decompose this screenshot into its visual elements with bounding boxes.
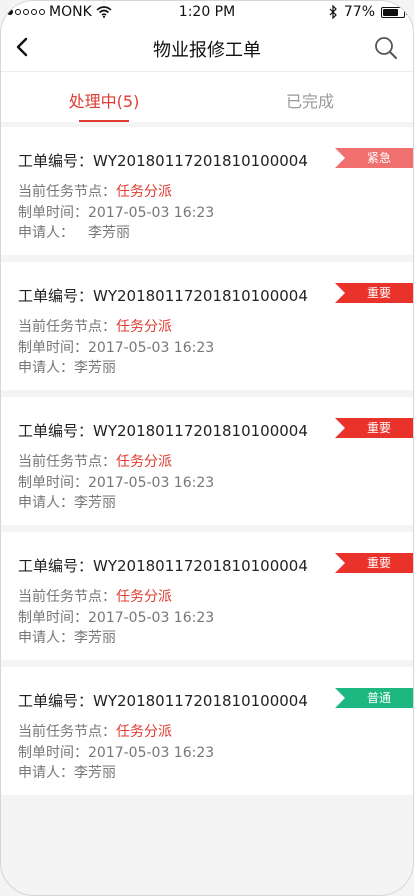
status-right: 77% bbox=[329, 4, 408, 20]
created-time: 制单时间：2017-05-03 16:23 bbox=[18, 205, 215, 221]
priority-badge: 重要 bbox=[335, 418, 413, 438]
order-number: 工单编号：WY20180117201810100004 bbox=[18, 152, 308, 170]
created-time: 制单时间：2017-05-03 16:23 bbox=[18, 340, 215, 356]
tab-label: 已完成 bbox=[285, 92, 334, 111]
phone-frame: MONK 1:20 PM 77% 物业报修工单 处理中(5) 已完成 工单编号：… bbox=[0, 0, 414, 896]
work-order-list: 工单编号：WY20180117201810100004 紧急 当前任务节点：任务… bbox=[1, 127, 413, 802]
created-time: 制单时间：2017-05-03 16:23 bbox=[18, 475, 215, 491]
priority-badge: 重要 bbox=[335, 283, 413, 303]
status-bar: MONK 1:20 PM 77% bbox=[1, 1, 413, 25]
created-time: 制单时间：2017-05-03 16:23 bbox=[18, 745, 215, 761]
task-node: 当前任务节点：任务分派 bbox=[18, 589, 172, 605]
task-node: 当前任务节点：任务分派 bbox=[18, 319, 172, 335]
applicant: 申请人：李芳丽 bbox=[18, 765, 116, 781]
applicant: 申请人：李芳丽 bbox=[18, 630, 116, 646]
navigation-bar: 物业报修工单 bbox=[1, 25, 413, 72]
task-node: 当前任务节点：任务分派 bbox=[18, 454, 172, 470]
order-number: 工单编号：WY20180117201810100004 bbox=[18, 692, 308, 710]
applicant: 申请人：李芳丽 bbox=[18, 495, 116, 511]
task-node: 当前任务节点：任务分派 bbox=[18, 724, 172, 740]
applicant: 申请人：李芳丽 bbox=[18, 225, 130, 241]
tab-completed[interactable]: 已完成 bbox=[207, 72, 413, 122]
priority-badge: 普通 bbox=[335, 688, 413, 708]
tab-active-indicator bbox=[79, 120, 129, 122]
order-number: 工单编号：WY20180117201810100004 bbox=[18, 557, 308, 575]
work-order-card[interactable]: 工单编号：WY20180117201810100004 普通 当前任务节点：任务… bbox=[1, 667, 413, 795]
tab-processing[interactable]: 处理中(5) bbox=[1, 72, 207, 122]
battery-percent: 77% bbox=[343, 4, 375, 20]
order-number: 工单编号：WY20180117201810100004 bbox=[18, 287, 308, 305]
work-order-card[interactable]: 工单编号：WY20180117201810100004 重要 当前任务节点：任务… bbox=[1, 262, 413, 390]
work-order-card[interactable]: 工单编号：WY20180117201810100004 重要 当前任务节点：任务… bbox=[1, 532, 413, 660]
page-title: 物业报修工单 bbox=[153, 40, 261, 61]
bluetooth-icon bbox=[329, 5, 337, 19]
status-tabs: 处理中(5) 已完成 bbox=[1, 72, 413, 122]
battery-icon bbox=[381, 6, 408, 18]
applicant: 申请人：李芳丽 bbox=[18, 360, 116, 376]
search-icon[interactable] bbox=[373, 35, 399, 61]
order-number: 工单编号：WY20180117201810100004 bbox=[18, 422, 308, 440]
priority-badge: 重要 bbox=[335, 553, 413, 573]
work-order-card[interactable]: 工单编号：WY20180117201810100004 紧急 当前任务节点：任务… bbox=[1, 127, 413, 255]
battery-fill bbox=[383, 8, 398, 16]
created-time: 制单时间：2017-05-03 16:23 bbox=[18, 610, 215, 626]
priority-badge: 紧急 bbox=[335, 148, 413, 168]
work-order-card[interactable]: 工单编号：WY20180117201810100004 重要 当前任务节点：任务… bbox=[1, 397, 413, 525]
task-node: 当前任务节点：任务分派 bbox=[18, 184, 172, 200]
tab-label: 处理中(5) bbox=[68, 92, 140, 111]
